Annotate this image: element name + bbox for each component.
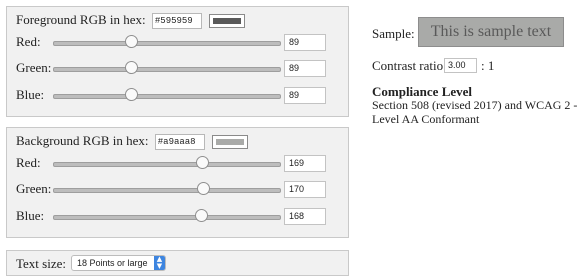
text-size-panel: Text size: 18 Points or large ▲ ▼ <box>6 250 349 276</box>
background-green-input[interactable]: 170 <box>284 181 326 198</box>
contrast-ratio-label: Contrast ratio <box>372 58 444 73</box>
contrast-ratio-suffix: : 1 <box>481 58 495 73</box>
foreground-red-label: Red: <box>16 34 41 49</box>
foreground-green-slider-track[interactable] <box>53 67 281 72</box>
text-size-label: Text size: <box>16 256 66 271</box>
foreground-blue-label: Blue: <box>16 87 45 102</box>
background-green-slider-track[interactable] <box>53 188 281 193</box>
background-blue-row: Blue: 168 <box>7 206 350 226</box>
foreground-green-slider-thumb[interactable] <box>125 61 139 74</box>
background-title: Background RGB in hex: #a9aaa8 <box>16 133 249 151</box>
background-green-row: Green: 170 <box>7 179 350 199</box>
foreground-swatch-fill <box>213 18 242 25</box>
foreground-red-slider-track[interactable] <box>53 41 281 46</box>
foreground-panel: Foreground RGB in hex: #595959 Red: 89 G… <box>6 6 349 117</box>
background-green-slider-thumb[interactable] <box>197 182 211 195</box>
contrast-ratio-value[interactable]: 3.00 <box>444 58 477 73</box>
background-blue-slider-track[interactable] <box>53 215 281 220</box>
foreground-title-label: Foreground RGB in hex: <box>16 12 146 27</box>
foreground-green-row: Green: 89 <box>7 58 350 78</box>
background-green-label: Green: <box>16 181 52 196</box>
compliance-text: Section 508 (revised 2017) and WCAG 2 - … <box>372 98 578 126</box>
updown-chevron-icon: ▲ ▼ <box>154 256 165 270</box>
background-red-row: Red: 169 <box>7 153 350 173</box>
foreground-red-row: Red: 89 <box>7 32 350 52</box>
foreground-green-input[interactable]: 89 <box>284 60 326 77</box>
background-red-slider-track[interactable] <box>53 162 281 167</box>
foreground-blue-row: Blue: 89 <box>7 85 350 105</box>
background-red-slider-thumb[interactable] <box>196 156 210 169</box>
foreground-color-swatch[interactable] <box>209 14 246 29</box>
background-color-swatch[interactable] <box>212 135 249 150</box>
background-title-label: Background RGB in hex: <box>16 133 149 148</box>
foreground-hex-input[interactable]: #595959 <box>151 13 202 30</box>
sample-preview: This is sample text <box>418 17 564 47</box>
foreground-blue-slider-track[interactable] <box>53 94 281 99</box>
foreground-title: Foreground RGB in hex: #595959 <box>16 12 246 30</box>
background-hex-input[interactable]: #a9aaa8 <box>154 134 205 151</box>
foreground-red-input[interactable]: 89 <box>284 34 326 51</box>
foreground-red-slider-thumb[interactable] <box>125 35 139 48</box>
background-blue-label: Blue: <box>16 208 45 223</box>
background-blue-input[interactable]: 168 <box>284 208 326 225</box>
text-size-select[interactable]: 18 Points or large ▲ ▼ <box>71 255 166 271</box>
text-size-selected-value: 18 Points or large <box>77 258 148 268</box>
sample-label: Sample: <box>372 26 415 41</box>
foreground-green-label: Green: <box>16 60 52 75</box>
background-panel: Background RGB in hex: #a9aaa8 Red: 169 … <box>6 127 349 238</box>
background-swatch-fill <box>216 139 245 146</box>
foreground-blue-slider-thumb[interactable] <box>125 88 139 101</box>
background-red-input[interactable]: 169 <box>284 155 326 172</box>
foreground-blue-input[interactable]: 89 <box>284 87 326 104</box>
background-red-label: Red: <box>16 155 41 170</box>
background-blue-slider-thumb[interactable] <box>195 209 209 222</box>
